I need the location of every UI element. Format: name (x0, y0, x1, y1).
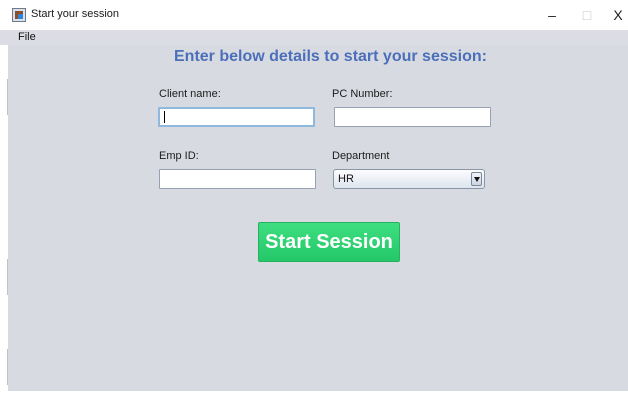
department-selected-value: HR (338, 173, 354, 185)
start-session-button[interactable]: Start Session (258, 222, 400, 262)
window-left-edge (0, 45, 8, 391)
java-app-icon (12, 8, 26, 22)
minimize-button[interactable]: – (541, 4, 563, 26)
window-title: Start your session (31, 8, 120, 20)
pc-number-label: PC Number: (332, 88, 393, 100)
title-bar[interactable]: Start your session – □ X (0, 0, 628, 30)
close-button[interactable]: X (607, 4, 628, 26)
session-form-panel (8, 45, 628, 391)
client-name-input[interactable] (158, 107, 315, 127)
client-name-label: Client name: (159, 88, 221, 100)
menu-bar: File (0, 30, 628, 45)
emp-id-label: Emp ID: (159, 150, 199, 162)
chevron-down-icon[interactable] (471, 172, 482, 186)
form-heading: Enter below details to start your sessio… (174, 48, 487, 65)
application-window: Start your session – □ X File Enter belo… (0, 0, 628, 404)
pc-number-input[interactable] (334, 107, 491, 127)
window-bottom-edge (0, 391, 628, 404)
text-caret (164, 111, 165, 123)
emp-id-input[interactable] (159, 169, 316, 189)
maximize-button[interactable]: □ (576, 4, 598, 26)
department-label: Department (332, 150, 390, 162)
department-select[interactable]: HR (333, 169, 485, 189)
menu-file[interactable]: File (18, 31, 36, 43)
